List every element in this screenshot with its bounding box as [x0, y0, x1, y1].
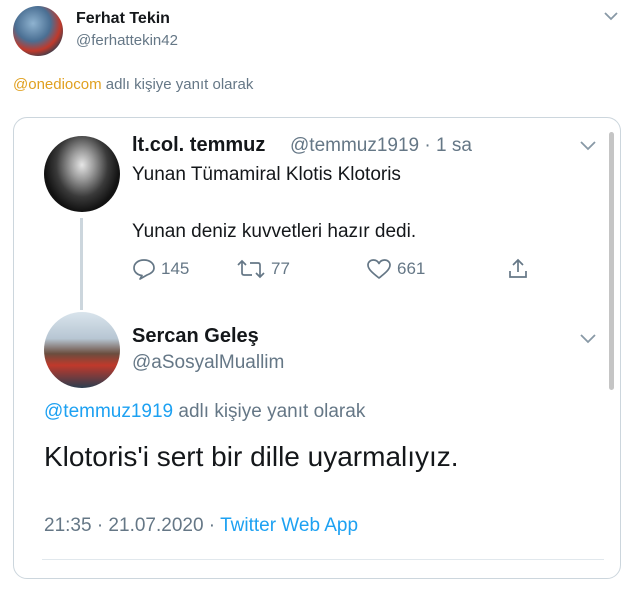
- reply-mention-link[interactable]: @temmuz1919: [44, 401, 173, 422]
- parent-tweet-text-line2: Yunan deniz kuvvetleri hazır dedi.: [132, 221, 417, 242]
- parent-tweet-text-line1: Yunan Tümamiral Klotis Klotoris: [132, 164, 401, 185]
- reply-icon: [133, 259, 155, 280]
- chevron-down-icon[interactable]: [579, 333, 597, 345]
- thread-connector: [80, 218, 83, 310]
- reply-context: @onediocom adlı kişiye yanıt olarak: [13, 76, 253, 93]
- source-link[interactable]: Twitter Web App: [220, 515, 358, 536]
- parent-author-meta[interactable]: @temmuz1919 · 1 sa: [290, 135, 472, 157]
- divider: [42, 559, 604, 560]
- parent-author-name[interactable]: lt.col. temmuz: [132, 134, 265, 157]
- reply-context-text: adlı kişiye yanıt olarak: [101, 76, 254, 93]
- reply-tweet-text: Klotoris'i sert bir dille uyarmalıyız.: [44, 441, 459, 472]
- chevron-down-icon[interactable]: [579, 140, 597, 152]
- reply-author-name[interactable]: Sercan Geleş: [132, 325, 259, 348]
- tweet-timestamp: 21:35 · 21.07.2020 · Twitter Web App: [44, 515, 358, 537]
- parent-avatar[interactable]: [44, 136, 120, 212]
- reply-button[interactable]: 145: [132, 258, 189, 280]
- timestamp-text[interactable]: 21:35 · 21.07.2020 ·: [44, 515, 220, 536]
- author-name[interactable]: Ferhat Tekin: [76, 10, 170, 28]
- tweet-actions: 145 77 661: [132, 258, 532, 282]
- like-button[interactable]: 661: [366, 258, 425, 280]
- reply-context-text: adlı kişiye yanıt olarak: [173, 401, 366, 422]
- avatar[interactable]: [13, 6, 63, 56]
- reply-mention-link[interactable]: @onediocom: [13, 76, 102, 93]
- retweet-count: 77: [271, 259, 290, 278]
- retweet-button[interactable]: 77: [236, 258, 290, 280]
- reply-count: 145: [161, 259, 190, 278]
- share-icon: [509, 258, 527, 278]
- reply-avatar[interactable]: [44, 312, 120, 388]
- share-button[interactable]: [507, 258, 529, 280]
- heart-icon: [367, 259, 391, 279]
- reply-author-handle[interactable]: @aSosyalMuallim: [132, 352, 284, 374]
- reply-context: @temmuz1919 adlı kişiye yanıt olarak: [44, 401, 365, 423]
- like-count: 661: [397, 259, 426, 278]
- conversation-card[interactable]: lt.col. temmuz @temmuz1919 · 1 sa Yunan …: [13, 117, 621, 579]
- chevron-down-icon[interactable]: [603, 10, 619, 22]
- retweet-icon: [237, 259, 265, 279]
- scrollbar[interactable]: [609, 132, 614, 390]
- author-handle[interactable]: @ferhattekin42: [76, 32, 178, 49]
